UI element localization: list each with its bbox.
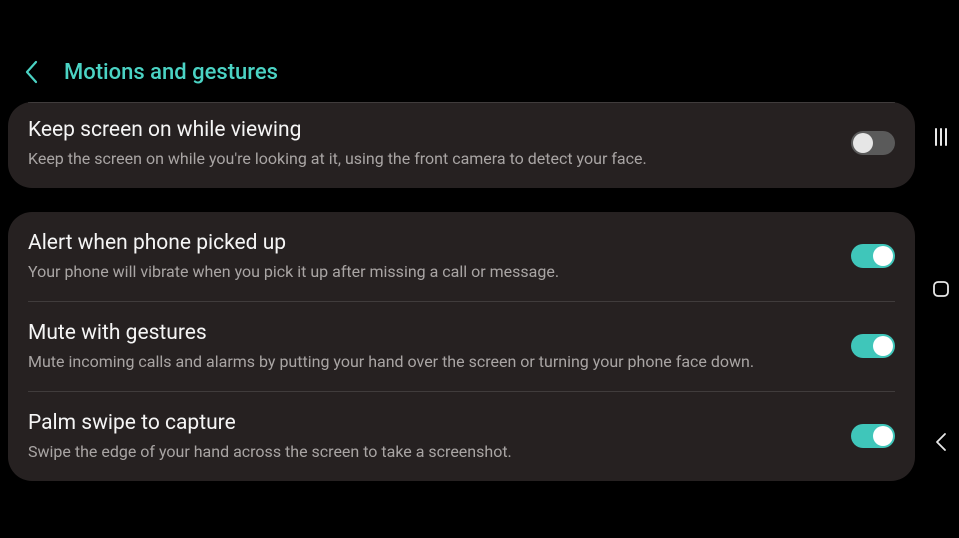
home-icon [932, 280, 950, 298]
recent-apps-icon [935, 128, 947, 146]
setting-desc: Your phone will vibrate when you pick it… [28, 261, 831, 283]
toggle-alert-pickup[interactable] [851, 244, 895, 268]
settings-group-1: Keep screen on while viewing Keep the sc… [8, 102, 915, 188]
page-title: Motions and gestures [64, 60, 278, 85]
settings-group-2: Alert when phone picked up Your phone wi… [8, 212, 915, 481]
chevron-left-icon [23, 59, 41, 85]
setting-alert-pickup[interactable]: Alert when phone picked up Your phone wi… [28, 212, 895, 301]
setting-desc: Swipe the edge of your hand across the s… [28, 441, 831, 463]
back-icon [934, 432, 948, 452]
setting-mute-gestures[interactable]: Mute with gestures Mute incoming calls a… [28, 301, 895, 391]
toggle-keep-screen-on[interactable] [851, 131, 895, 155]
setting-palm-swipe[interactable]: Palm swipe to capture Swipe the edge of … [28, 391, 895, 481]
nav-back[interactable] [934, 432, 948, 452]
setting-title: Palm swipe to capture [28, 410, 831, 437]
header: Motions and gestures [0, 42, 923, 102]
system-nav-bar [923, 42, 959, 482]
setting-title: Alert when phone picked up [28, 230, 831, 257]
setting-desc: Keep the screen on while you're looking … [28, 148, 831, 170]
toggle-mute-gestures[interactable] [851, 334, 895, 358]
toggle-palm-swipe[interactable] [851, 424, 895, 448]
nav-recent-apps[interactable] [935, 128, 947, 146]
back-button[interactable] [18, 58, 46, 86]
setting-keep-screen-on[interactable]: Keep screen on while viewing Keep the sc… [28, 102, 895, 188]
setting-title: Mute with gestures [28, 320, 831, 347]
nav-home[interactable] [932, 280, 950, 298]
setting-desc: Mute incoming calls and alarms by puttin… [28, 351, 831, 373]
setting-title: Keep screen on while viewing [28, 117, 831, 144]
